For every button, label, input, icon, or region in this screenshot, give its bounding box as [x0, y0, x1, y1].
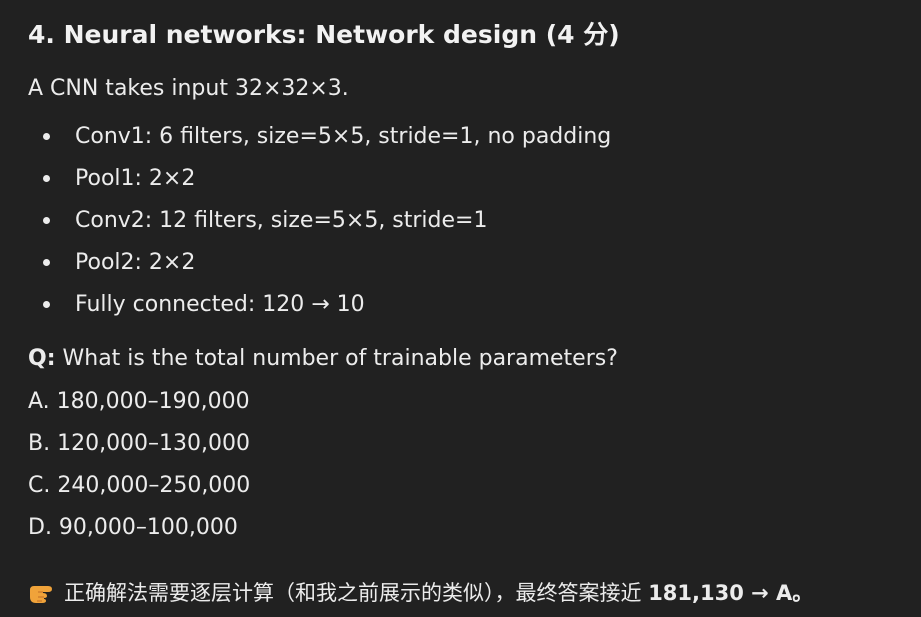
question: Q: What is the total number of trainable…	[28, 342, 618, 376]
option-d: D. 90,000–100,000	[28, 515, 238, 540]
bullet-icon	[43, 175, 50, 182]
list-item: Fully connected: 120 → 10	[28, 286, 611, 328]
document-page: 4. Neural networks: Network design (4 分)…	[0, 0, 921, 617]
layer-text: Pool2: 2×2	[75, 250, 196, 275]
question-label: Q:	[28, 346, 56, 371]
layer-list: Conv1: 6 filters, size=5×5, stride=1, no…	[28, 118, 611, 328]
list-item: Pool1: 2×2	[28, 160, 611, 202]
bullet-icon	[43, 133, 50, 140]
bullet-icon	[43, 301, 50, 308]
question-text: What is the total number of trainable pa…	[55, 346, 618, 371]
answer-emphasis: 181,130 → A。	[648, 581, 814, 605]
answer-note: 正确解法需要逐层计算（和我之前展示的类似），最终答案接近 181,130 → A…	[28, 576, 813, 610]
bullet-icon	[43, 259, 50, 266]
intro-text: A CNN takes input 32×32×3.	[28, 76, 349, 101]
list-item: Conv1: 6 filters, size=5×5, stride=1, no…	[28, 118, 611, 160]
layer-text: Conv2: 12 filters, size=5×5, stride=1	[75, 208, 488, 233]
option-c: C. 240,000–250,000	[28, 473, 251, 498]
list-item: Pool2: 2×2	[28, 244, 611, 286]
option-b: B. 120,000–130,000	[28, 431, 251, 456]
pointing-hand-icon	[28, 580, 56, 604]
bullet-icon	[43, 217, 50, 224]
layer-text: Fully connected: 120 → 10	[75, 292, 365, 317]
layer-text: Conv1: 6 filters, size=5×5, stride=1, no…	[75, 124, 612, 149]
answer-options: A. 180,000–190,000 B. 120,000–130,000 C.…	[28, 384, 250, 552]
answer-text: 正确解法需要逐层计算（和我之前展示的类似），最终答案接近	[64, 581, 649, 605]
list-item: Conv2: 12 filters, size=5×5, stride=1	[28, 202, 611, 244]
layer-text: Pool1: 2×2	[75, 166, 196, 191]
option-a: A. 180,000–190,000	[28, 389, 250, 414]
section-heading: 4. Neural networks: Network design (4 分)	[28, 20, 620, 49]
